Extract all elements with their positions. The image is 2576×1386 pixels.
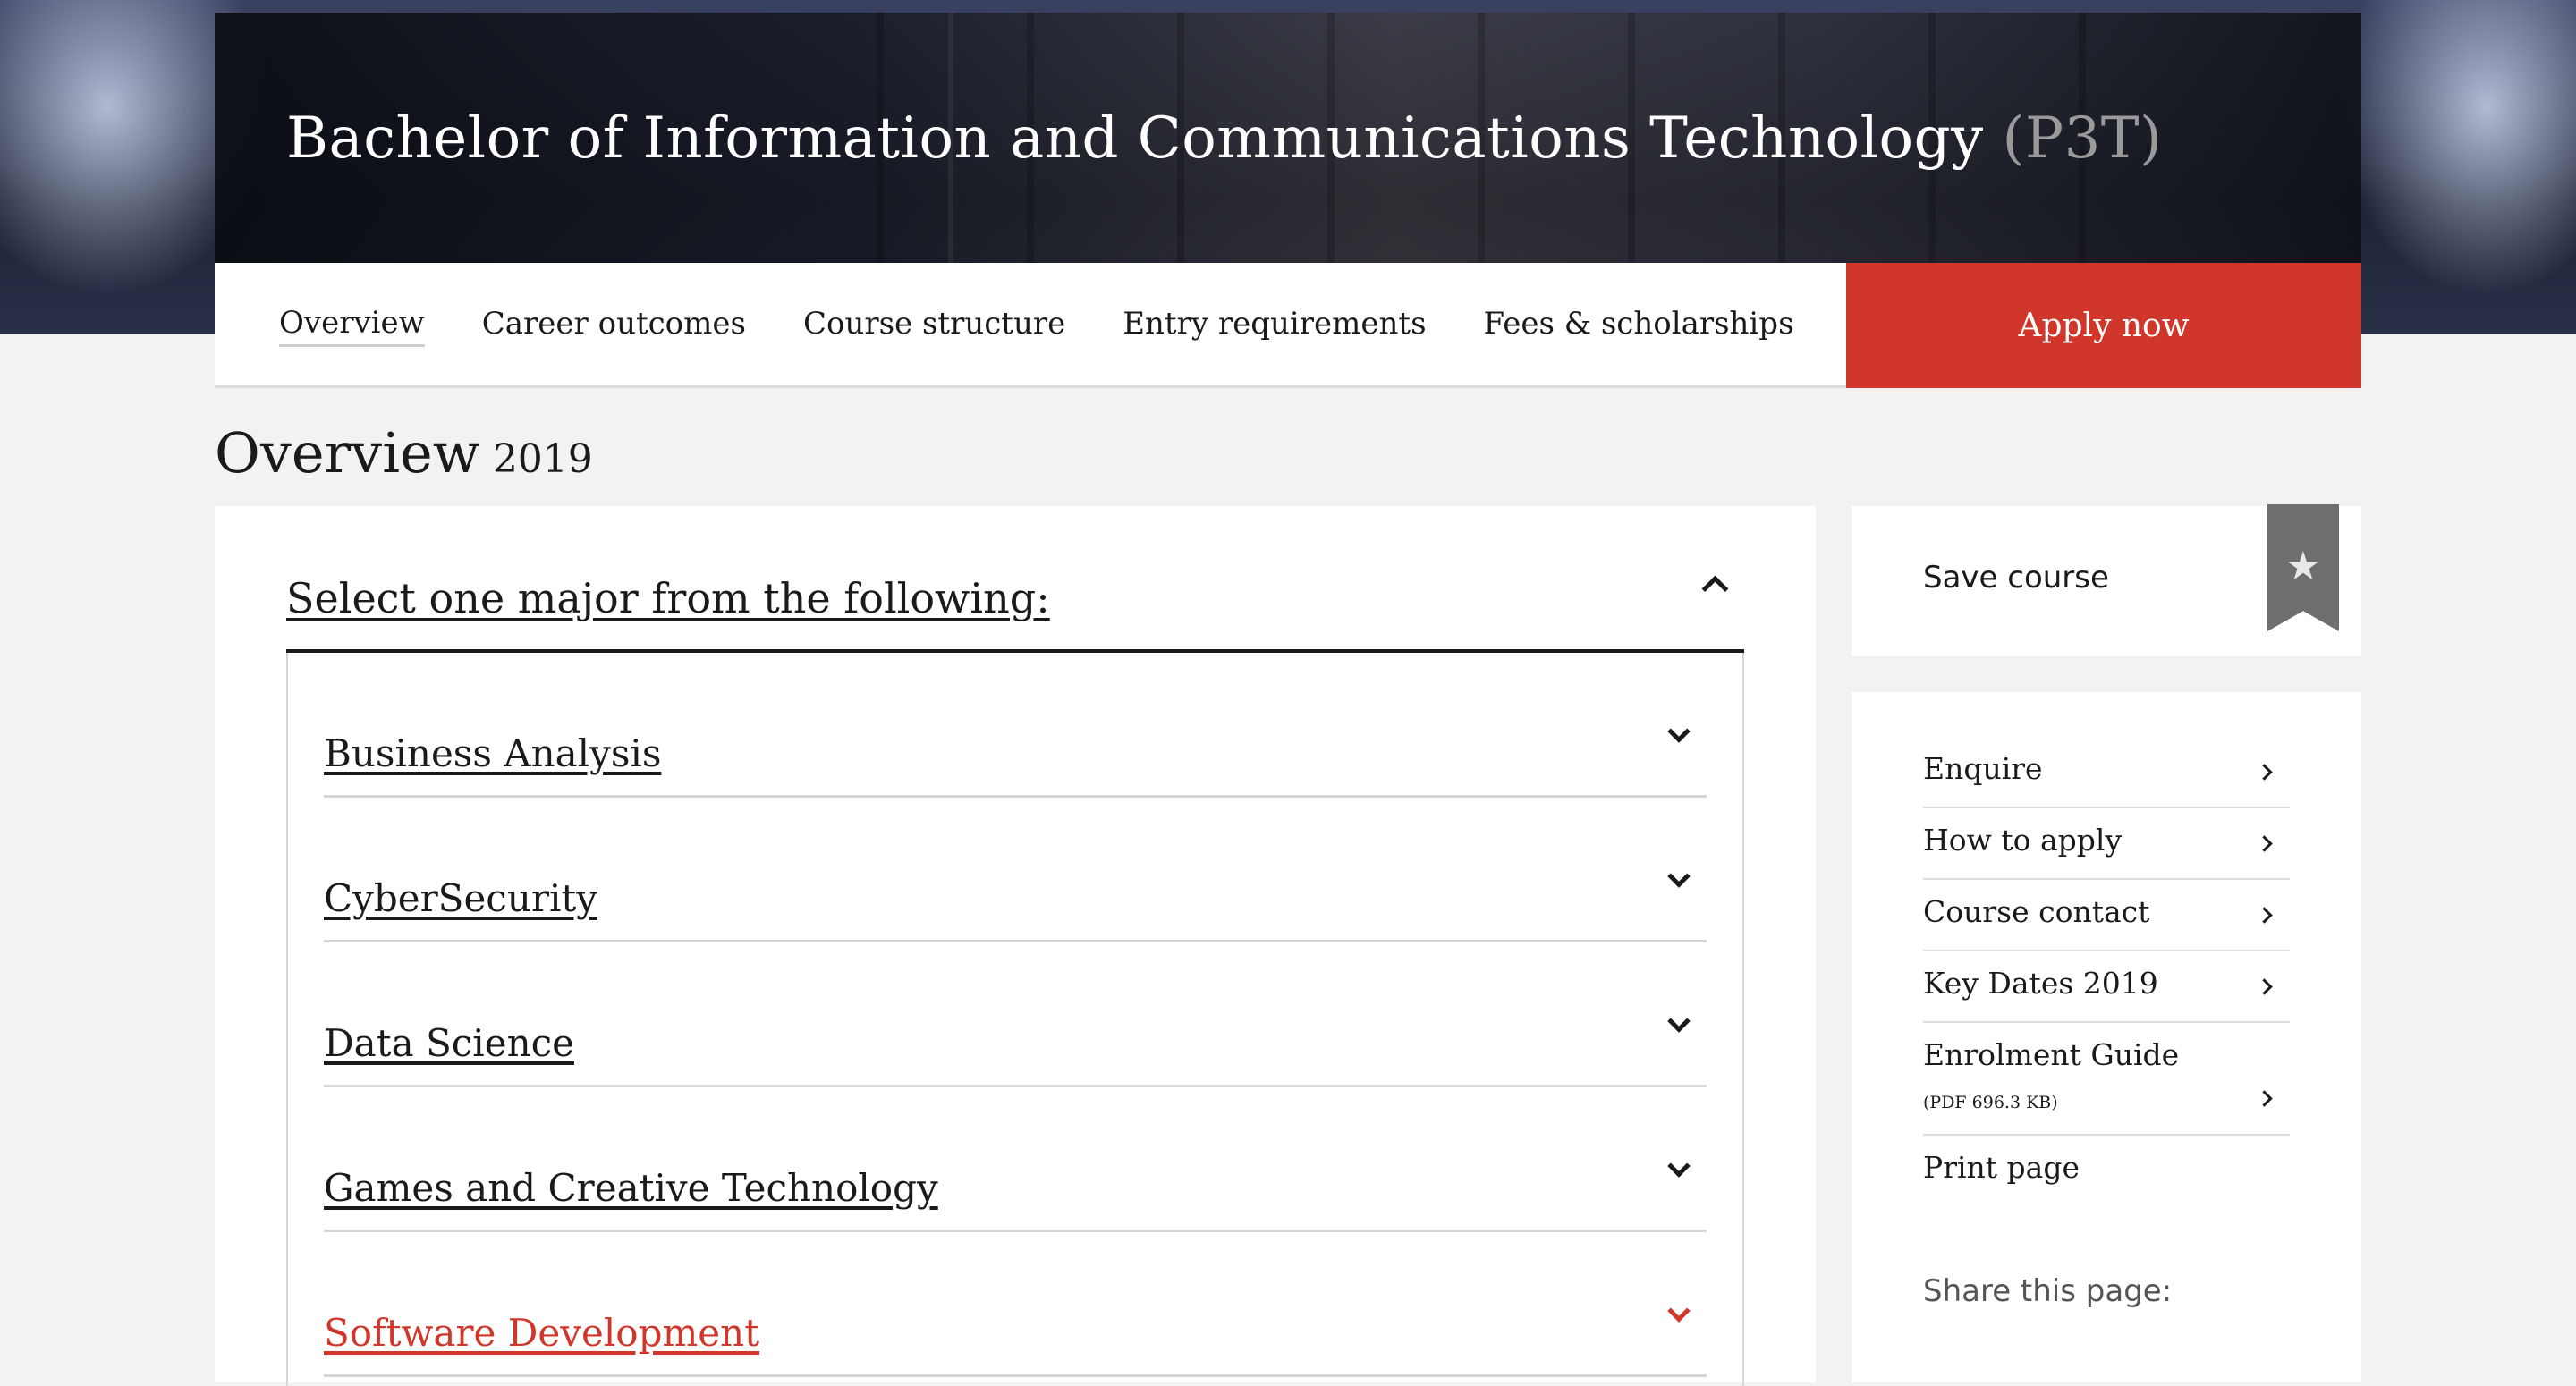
chevron-up-icon[interactable]	[1701, 575, 1729, 603]
chevron-right-icon	[2256, 907, 2273, 924]
link-how-to-apply[interactable]: How to apply	[1923, 808, 2290, 880]
chevron-right-icon	[2256, 1090, 2273, 1107]
save-course-link[interactable]: Save course	[1923, 560, 2109, 596]
save-course-card: Save course ★	[1852, 504, 2361, 656]
link-print-page[interactable]: Print page	[1923, 1136, 2290, 1207]
majors-card: Select one major from the following: Bus…	[215, 506, 1816, 1386]
page-year: 2019	[492, 436, 593, 482]
link-label[interactable]: Course contact	[1923, 894, 2149, 929]
course-code: (P3T)	[2002, 106, 2163, 172]
link-enquire[interactable]: Enquire	[1923, 737, 2290, 808]
link-label[interactable]: Enquire	[1923, 751, 2043, 786]
quick-links-list: Enquire How to apply Course contact Key …	[1923, 737, 2290, 1207]
chevron-down-icon[interactable]	[1667, 1154, 1690, 1178]
link-label[interactable]: Print page	[1923, 1150, 2080, 1185]
major-item-data-science[interactable]: Data Science	[324, 942, 1707, 1087]
link-course-contact[interactable]: Course contact	[1923, 880, 2290, 951]
major-label[interactable]: Games and Creative Technology	[324, 1166, 938, 1210]
majors-accordion-title[interactable]: Select one major from the following:	[286, 574, 1050, 622]
link-file-info: (PDF 696.3 KB)	[1923, 1093, 2058, 1112]
chevron-down-icon[interactable]	[1667, 1299, 1690, 1323]
chevron-right-icon	[2256, 764, 2273, 781]
major-item-cybersecurity[interactable]: CyberSecurity	[324, 798, 1707, 942]
tab-career-outcomes[interactable]: Career outcomes	[482, 306, 746, 345]
course-title: Bachelor of Information and Communicatio…	[286, 106, 2162, 172]
page-title-text: Overview	[215, 420, 480, 486]
major-item-software-development[interactable]: Software Development	[324, 1232, 1707, 1377]
course-nav-bar: Overview Career outcomes Course structur…	[215, 263, 2361, 388]
major-label[interactable]: Software Development	[324, 1311, 759, 1355]
course-nav-tabs: Overview Career outcomes Course structur…	[279, 263, 1794, 388]
tab-course-structure[interactable]: Course structure	[803, 306, 1065, 345]
chevron-right-icon	[2256, 835, 2273, 852]
star-icon: ★	[2285, 544, 2321, 589]
page-title: Overview 2019	[215, 420, 593, 486]
course-title-text: Bachelor of Information and Communicatio…	[286, 106, 1984, 172]
quick-links-card: Enquire How to apply Course contact Key …	[1852, 692, 2361, 1382]
majors-accordion-header[interactable]: Select one major from the following:	[286, 538, 1744, 653]
hero-title-panel: Bachelor of Information and Communicatio…	[215, 13, 2361, 263]
tab-entry-requirements[interactable]: Entry requirements	[1123, 306, 1426, 345]
share-page-label: Share this page:	[1923, 1273, 2173, 1309]
link-enrolment-guide[interactable]: Enrolment Guide (PDF 696.3 KB)	[1923, 1023, 2290, 1136]
tab-fees-scholarships[interactable]: Fees & scholarships	[1484, 306, 1794, 345]
bookmark-star-icon[interactable]: ★	[2267, 504, 2339, 631]
chevron-right-icon	[2256, 978, 2273, 995]
major-label[interactable]: CyberSecurity	[324, 876, 597, 920]
major-item-games-creative-technology[interactable]: Games and Creative Technology	[324, 1087, 1707, 1232]
chevron-down-icon[interactable]	[1667, 1010, 1690, 1033]
major-item-business-analysis[interactable]: Business Analysis	[324, 653, 1707, 798]
chevron-down-icon[interactable]	[1667, 865, 1690, 888]
link-label[interactable]: How to apply	[1923, 823, 2122, 858]
tab-overview[interactable]: Overview	[279, 305, 425, 347]
link-key-dates[interactable]: Key Dates 2019	[1923, 951, 2290, 1023]
major-label[interactable]: Business Analysis	[324, 731, 661, 775]
major-label[interactable]: Data Science	[324, 1021, 574, 1065]
link-label[interactable]: Enrolment Guide	[1923, 1037, 2179, 1072]
link-label[interactable]: Key Dates 2019	[1923, 966, 2158, 1001]
majors-list: Business Analysis CyberSecurity Data Sci…	[286, 653, 1744, 1386]
chevron-down-icon[interactable]	[1667, 720, 1690, 743]
apply-now-button[interactable]: Apply now	[1846, 263, 2361, 388]
